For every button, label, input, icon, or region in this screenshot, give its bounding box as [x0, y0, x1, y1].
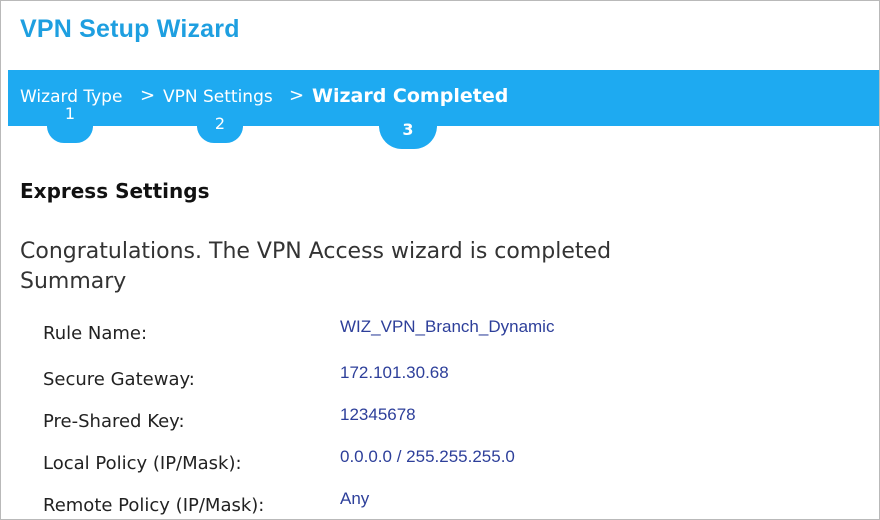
summary-row-pre-shared-key: Pre-Shared Key: 12345678	[1, 403, 879, 443]
summary-row-remote-policy: Remote Policy (IP/Mask): Any	[1, 487, 879, 519]
summary-row-local-policy: Local Policy (IP/Mask): 0.0.0.0 / 255.25…	[1, 445, 879, 485]
wizard-steps-bar: Wizard Type > VPN Settings > Wizard Comp…	[8, 70, 879, 126]
summary-row-rule-name: Rule Name: WIZ_VPN_Branch_Dynamic	[1, 315, 879, 355]
wizard-window: VPN Setup Wizard Wizard Type > VPN Setti…	[0, 0, 880, 520]
wizard-title: VPN Setup Wizard	[20, 15, 240, 43]
step-vpn-settings: VPN Settings	[163, 87, 273, 107]
local-policy-value: 0.0.0.0 / 255.255.255.0	[340, 447, 515, 466]
step-1-badge: 1	[47, 106, 93, 143]
summary-row-secure-gateway: Secure Gateway: 172.101.30.68	[1, 361, 879, 401]
remote-policy-label: Remote Policy (IP/Mask):	[43, 495, 265, 516]
rule-name-value: WIZ_VPN_Branch_Dynamic	[340, 317, 555, 336]
completion-message: Congratulations. The VPN Access wizard i…	[20, 239, 612, 264]
step-3-badge: 3	[379, 120, 437, 149]
step-2-number: 2	[214, 114, 226, 133]
chevron-right-icon: >	[140, 85, 156, 106]
step-3-number: 3	[402, 120, 414, 139]
chevron-right-icon: >	[289, 85, 305, 106]
step-2-badge: 2	[197, 114, 243, 143]
pre-shared-key-label: Pre-Shared Key:	[43, 411, 185, 432]
secure-gateway-value: 172.101.30.68	[340, 363, 449, 382]
local-policy-label: Local Policy (IP/Mask):	[43, 453, 242, 474]
summary-heading: Summary	[20, 269, 127, 294]
section-heading: Express Settings	[20, 179, 210, 203]
remote-policy-value: Any	[340, 489, 370, 508]
rule-name-label: Rule Name:	[43, 323, 148, 344]
step-wizard-completed: Wizard Completed	[312, 85, 509, 107]
pre-shared-key-value: 12345678	[340, 405, 416, 424]
secure-gateway-label: Secure Gateway:	[43, 369, 195, 390]
